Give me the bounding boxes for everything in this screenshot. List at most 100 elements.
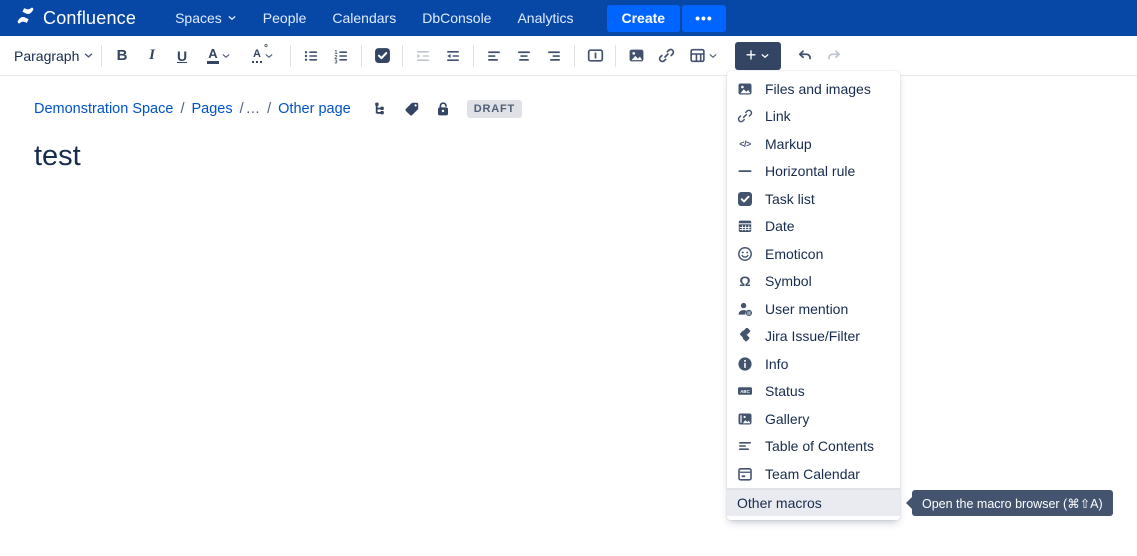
more-formatting-dropdown[interactable]: A	[241, 41, 285, 71]
breadcrumb: Demonstration Space / Pages / … / Other …	[34, 100, 1103, 118]
menu-item-symbol[interactable]: Ω Symbol	[727, 268, 900, 296]
nav-item-people[interactable]: People	[263, 10, 307, 26]
menu-item-files-and-images[interactable]: Files and images	[727, 75, 900, 103]
confluence-brand[interactable]: Confluence	[16, 6, 136, 30]
menu-item-date[interactable]: Date	[727, 213, 900, 241]
breadcrumb-separator: /	[240, 101, 244, 117]
underline-icon: U	[177, 48, 187, 64]
menu-item-label: Other macros	[737, 495, 822, 511]
unlocked-restrictions-icon[interactable]	[435, 101, 451, 117]
menu-item-label: Horizontal rule	[765, 163, 855, 179]
menu-item-label: Link	[765, 108, 791, 124]
jira-icon	[737, 328, 753, 344]
draft-status-badge: DRAFT	[467, 100, 522, 118]
page-title[interactable]: test	[34, 140, 1103, 173]
menu-item-markup[interactable]: </> Markup	[727, 130, 900, 158]
page-location-icon[interactable]	[373, 101, 389, 117]
labels-tag-icon[interactable]	[404, 101, 420, 117]
toolbar-divider	[574, 45, 575, 67]
chevron-down-icon	[708, 51, 718, 61]
menu-item-label: Gallery	[765, 411, 809, 427]
text-color-dropdown[interactable]: A	[197, 41, 241, 71]
bullet-list-icon	[303, 48, 319, 64]
menu-item-label: Task list	[765, 191, 815, 207]
menu-item-status[interactable]: ABC Status	[727, 378, 900, 406]
menu-item-label: Team Calendar	[765, 466, 860, 482]
menu-item-gallery[interactable]: Gallery	[727, 405, 900, 433]
menu-item-link[interactable]: Link	[727, 103, 900, 131]
breadcrumb-link-pages[interactable]: Pages	[191, 101, 232, 117]
italic-button[interactable]: I	[137, 41, 167, 71]
insert-image-button[interactable]	[621, 41, 651, 71]
breadcrumb-link-space[interactable]: Demonstration Space	[34, 101, 173, 117]
toolbar-divider	[473, 45, 474, 67]
insert-link-button[interactable]	[651, 41, 681, 71]
menu-item-label: Info	[765, 356, 788, 372]
table-of-contents-icon	[737, 438, 753, 454]
toolbar-divider	[615, 45, 616, 67]
toolbar-divider	[290, 45, 291, 67]
emoticon-icon	[737, 246, 753, 262]
more-actions-button[interactable]: •••	[682, 5, 726, 32]
brand-name: Confluence	[43, 8, 136, 29]
nav-item-spaces[interactable]: Spaces	[175, 10, 237, 26]
bold-button[interactable]: B	[107, 41, 137, 71]
nav-item-label: Analytics	[517, 10, 573, 26]
breadcrumb-link-other-page[interactable]: Other page	[278, 101, 351, 117]
text-color-icon: A	[207, 47, 218, 64]
redo-icon	[826, 47, 843, 64]
paragraph-style-dropdown[interactable]: Paragraph	[12, 41, 96, 71]
align-left-button[interactable]	[479, 41, 509, 71]
menu-item-label: Table of Contents	[765, 438, 874, 454]
breadcrumb-separator: /	[267, 101, 271, 117]
numbered-list-button[interactable]: 1 2 3	[326, 41, 356, 71]
nav-item-analytics[interactable]: Analytics	[517, 10, 573, 26]
more-formatting-icon: A	[252, 49, 262, 63]
task-list-button[interactable]	[367, 41, 397, 71]
align-center-icon	[516, 48, 532, 64]
redo-button	[819, 41, 849, 71]
indent-button[interactable]	[438, 41, 468, 71]
menu-item-user-mention[interactable]: @ User mention	[727, 295, 900, 323]
bullet-list-button[interactable]	[296, 41, 326, 71]
chevron-down-icon	[221, 51, 231, 61]
menu-item-info[interactable]: Info	[727, 350, 900, 378]
indent-icon	[445, 48, 461, 64]
undo-button[interactable]	[789, 41, 819, 71]
italic-icon: I	[149, 47, 155, 64]
page-layout-button[interactable]	[580, 41, 610, 71]
menu-item-jira-issue-filter[interactable]: Jira Issue/Filter	[727, 323, 900, 351]
chevron-down-icon	[227, 10, 237, 26]
table-icon	[689, 47, 706, 64]
menu-item-horizontal-rule[interactable]: Horizontal rule	[727, 158, 900, 186]
svg-text:3: 3	[334, 59, 337, 63]
breadcrumb-ellipsis[interactable]: …	[246, 101, 261, 117]
numbered-list-icon: 1 2 3	[333, 48, 349, 64]
svg-text:@: @	[747, 310, 752, 315]
nav-item-label: Spaces	[175, 10, 222, 26]
align-right-button[interactable]	[539, 41, 569, 71]
align-right-icon	[546, 48, 562, 64]
status-icon: ABC	[737, 383, 753, 399]
page-layout-icon	[587, 47, 604, 64]
menu-item-table-of-contents[interactable]: Table of Contents	[727, 433, 900, 461]
plus-icon: +	[746, 46, 757, 64]
nav-item-dbconsole[interactable]: DbConsole	[422, 10, 491, 26]
outdent-button	[408, 41, 438, 71]
team-calendar-icon	[737, 466, 753, 482]
menu-item-other-macros[interactable]: Other macros	[727, 488, 900, 516]
align-center-button[interactable]	[509, 41, 539, 71]
underline-button[interactable]: U	[167, 41, 197, 71]
macro-browser-tooltip: Open the macro browser (⌘⇧A)	[912, 490, 1113, 516]
menu-item-task-list[interactable]: Task list	[727, 185, 900, 213]
chevron-down-icon	[760, 51, 770, 61]
menu-item-team-calendar[interactable]: Team Calendar	[727, 460, 900, 488]
chevron-down-icon	[83, 50, 94, 61]
breadcrumb-separator: /	[180, 101, 184, 117]
menu-item-emoticon[interactable]: Emoticon	[727, 240, 900, 268]
user-mention-icon: @	[737, 301, 753, 317]
insert-table-dropdown[interactable]	[681, 41, 725, 71]
insert-more-content-dropdown[interactable]: +	[735, 42, 781, 70]
create-button[interactable]: Create	[607, 5, 681, 32]
nav-item-calendars[interactable]: Calendars	[332, 10, 396, 26]
